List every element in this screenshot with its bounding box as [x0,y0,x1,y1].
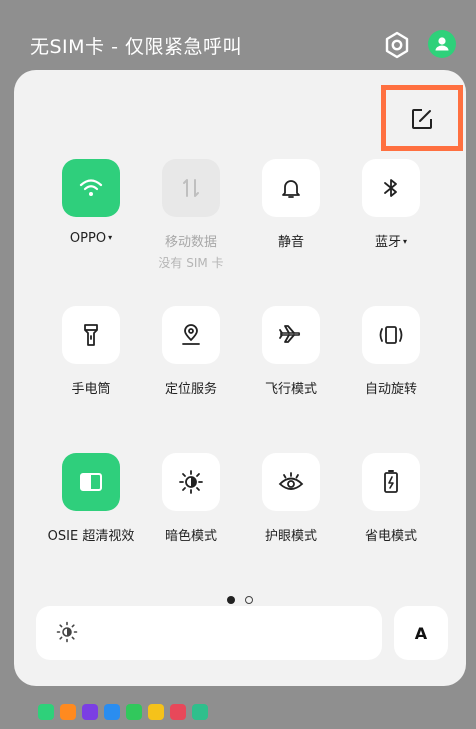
bluetooth-toggle[interactable] [362,159,420,217]
eye-comfort-toggle[interactable] [262,453,320,511]
osie-display-icon [80,473,102,491]
tile-label: 暗色模式 [164,529,217,544]
dropdown-caret-icon[interactable]: ▾ [108,233,112,242]
user-icon [435,37,449,51]
status-bar: 无SIM卡 - 仅限紧急呼叫 [0,0,476,70]
edit-icon [412,109,432,129]
bluetooth-icon [384,179,397,197]
battery-saver-icon [384,470,398,493]
tile-eye-comfort[interactable]: 护眼模式 [236,453,346,544]
tile-label: 定位服务 [164,382,217,397]
carrier-status-text: 无SIM卡 - 仅限紧急呼叫 [30,36,242,58]
silent-toggle[interactable] [262,159,320,217]
mobile-data-toggle[interactable] [162,159,220,217]
tile-power-saving[interactable]: 省电模式 [336,453,446,544]
game-app-icon [170,704,186,720]
tile-label: 移动数据 [164,235,217,250]
edit-button[interactable] [381,85,463,151]
wifi-icon [79,179,103,196]
58-app-icon [148,704,164,720]
tile-dark-mode[interactable]: 暗色模式 [136,453,246,544]
page-dot[interactable] [244,596,253,604]
tile-label: 蓝牙 ▾ [374,235,408,250]
tile-label: OPPO ▾ [69,231,113,246]
dropdown-caret-icon[interactable]: ▾ [403,237,407,246]
tile-label: 手电筒 [71,382,111,397]
brightness-icon [56,621,78,643]
security-app-icon [192,704,208,720]
tile-sublabel: 没有 SIM 卡 [158,256,224,270]
bell-icon [282,180,300,198]
osie-toggle[interactable] [62,453,120,511]
tile-label: 护眼模式 [264,529,317,544]
tile-silent[interactable]: 静音 [236,159,346,250]
tile-label: 自动旋转 [364,382,417,397]
tile-label: OSIE 超清视效 [47,529,135,544]
wifi-toggle[interactable] [62,159,120,217]
settings-button[interactable] [382,30,412,60]
tile-label: 静音 [277,235,304,250]
tile-auto-rotate[interactable]: 自动旋转 [336,306,446,397]
browser-app-icon [104,704,120,720]
tile-wifi[interactable]: OPPO ▾ [36,159,146,246]
airplane-icon [279,325,301,343]
control-center-panel: OPPO ▾ 移动数据 没有 SIM 卡 静音 蓝牙 ▾ 手电筒 定位服务 飞行… [14,70,466,686]
tile-location[interactable]: 定位服务 [136,306,246,397]
mobile-data-arrows-icon [183,179,199,197]
tile-flashlight[interactable]: 手电筒 [36,306,146,397]
user-avatar-button[interactable] [428,30,456,58]
tile-label: 飞行模式 [264,382,317,397]
tile-osie[interactable]: OSIE 超清视效 [36,453,146,544]
auto-brightness-button[interactable]: A [394,606,448,660]
tile-mobile-data[interactable]: 移动数据 没有 SIM 卡 [136,159,246,271]
brightness-slider[interactable] [36,606,382,660]
flashlight-icon [84,324,98,346]
settings-gear-icon [385,31,409,59]
flashlight-toggle[interactable] [62,306,120,364]
eye-icon [278,472,304,490]
video-app-icon [82,704,98,720]
airplane-mode-toggle[interactable] [262,306,320,364]
tile-bluetooth[interactable]: 蓝牙 ▾ [336,159,446,250]
auto-rotate-toggle[interactable] [362,306,420,364]
notification-app-icon [38,704,54,720]
tile-airplane-mode[interactable]: 飞行模式 [236,306,346,397]
location-toggle[interactable] [162,306,220,364]
tile-label: 省电模式 [364,529,417,544]
power-saving-toggle[interactable] [362,453,420,511]
weibo-app-icon [60,704,76,720]
dark-mode-toggle[interactable] [162,453,220,511]
page-dot-active[interactable] [227,596,236,604]
auto-rotate-icon [379,326,403,344]
iqiyi-app-icon [126,704,142,720]
dark-mode-icon [179,470,203,494]
location-pin-icon [182,324,200,345]
